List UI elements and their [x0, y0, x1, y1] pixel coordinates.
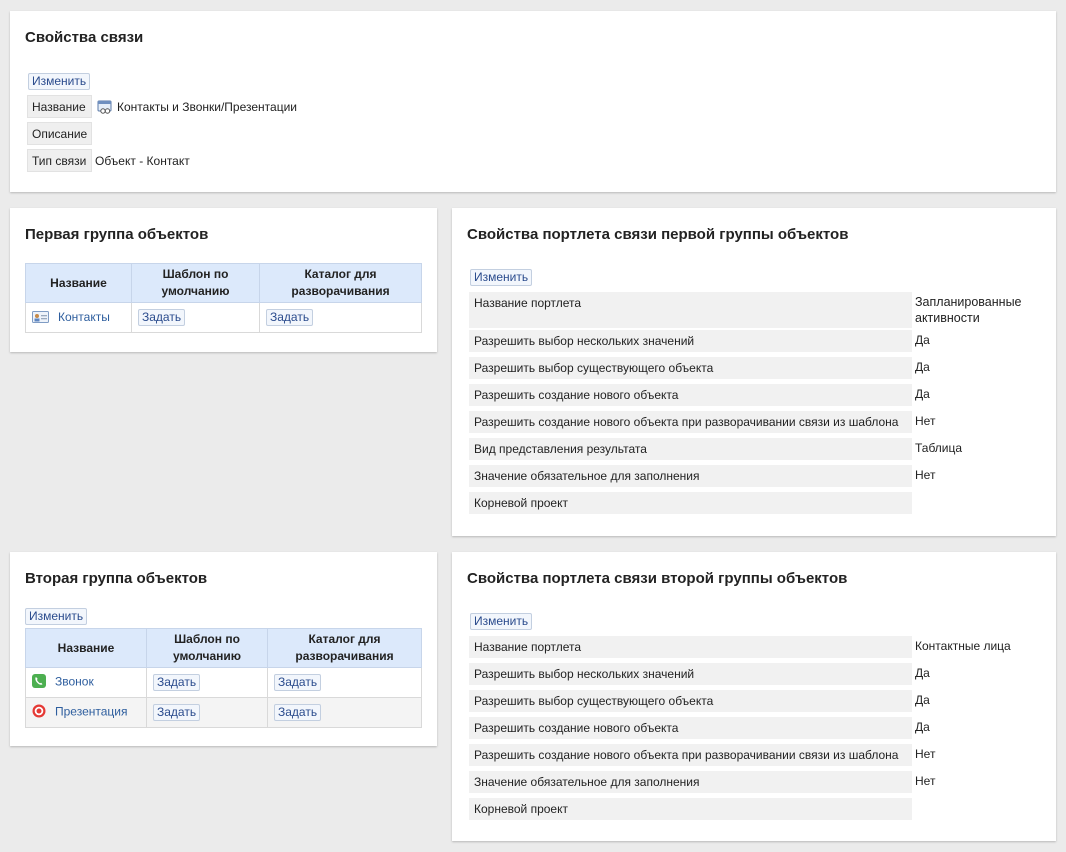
- name-label: Название: [27, 95, 92, 118]
- link-type-label: Тип связи: [27, 149, 92, 172]
- property-label: Разрешить выбор существующего объекта: [469, 690, 912, 713]
- property-value: Да: [915, 720, 930, 734]
- table-header-row: Название Шаблон по умолчанию Каталог для…: [25, 263, 422, 303]
- row-name-link[interactable]: Звонок: [55, 675, 94, 689]
- property-label: Разрешить создание нового объекта: [469, 717, 912, 740]
- property-label: Разрешить выбор нескольких значений: [469, 663, 912, 686]
- edit-link-button[interactable]: Изменить: [28, 73, 91, 90]
- property-value: Нет: [915, 468, 936, 482]
- property-value: Контактные лица: [915, 639, 1011, 653]
- set-catalog-button[interactable]: Задать: [274, 674, 322, 691]
- column-header-template: Шаблон по умолчанию: [146, 628, 268, 668]
- table-row: Контакты Задать Задать: [25, 302, 422, 333]
- target-icon: [32, 704, 46, 721]
- property-label: Разрешить выбор нескольких значений: [469, 330, 912, 353]
- property-label: Разрешить создание нового объекта: [469, 384, 912, 407]
- second-group-table: Название Шаблон по умолчанию Каталог для…: [25, 628, 422, 728]
- link-name-value: Контакты и Звонки/Презентации: [117, 100, 297, 114]
- description-label: Описание: [27, 122, 92, 145]
- column-header-catalog: Каталог для разворачивания: [267, 628, 422, 668]
- property-value: Запланированные активности: [915, 295, 1022, 325]
- property-value: Да: [915, 387, 930, 401]
- row-name-link[interactable]: Контакты: [58, 310, 110, 324]
- first-portlet-title: Свойства портлета связи первой группы об…: [467, 226, 849, 243]
- first-group-title: Первая группа объектов: [25, 226, 209, 243]
- property-value: Да: [915, 693, 930, 707]
- property-value: Нет: [915, 774, 936, 788]
- table-header-row: Название Шаблон по умолчанию Каталог для…: [25, 628, 422, 668]
- edit-first-portlet-button[interactable]: Изменить: [470, 269, 533, 286]
- property-label: Разрешить выбор существующего объекта: [469, 357, 912, 380]
- edit-second-portlet-button[interactable]: Изменить: [470, 613, 533, 630]
- property-label: Значение обязательное для заполнения: [469, 465, 912, 488]
- column-header-name: Название: [25, 628, 147, 668]
- contact-card-icon: [32, 310, 49, 326]
- set-catalog-button[interactable]: Задать: [274, 704, 322, 721]
- phone-icon: [32, 674, 46, 691]
- property-label: Вид представления результата: [469, 438, 912, 461]
- first-portlet-properties-card: Свойства портлета связи первой группы об…: [452, 208, 1056, 536]
- column-header-catalog: Каталог для разворачивания: [259, 263, 422, 303]
- property-label: Значение обязательное для заполнения: [469, 771, 912, 794]
- link-properties-card: Свойства связи Изменить Название Контакт…: [10, 11, 1056, 192]
- link-type-value: Объект - Контакт: [95, 154, 190, 168]
- first-group-card: Первая группа объектов Название Шаблон п…: [10, 208, 437, 352]
- link-properties-title: Свойства связи: [25, 29, 144, 46]
- property-label: Разрешить создание нового объекта при ра…: [469, 744, 912, 767]
- property-value: Да: [915, 360, 930, 374]
- property-value: Да: [915, 333, 930, 347]
- table-row: Презентация Задать Задать: [25, 697, 422, 728]
- table-row: Звонок Задать Задать: [25, 667, 422, 698]
- property-label: Корневой проект: [469, 492, 912, 515]
- property-value: Нет: [915, 747, 936, 761]
- column-header-template: Шаблон по умолчанию: [131, 263, 260, 303]
- property-value: Да: [915, 666, 930, 680]
- second-portlet-properties-card: Свойства портлета связи второй группы об…: [452, 552, 1056, 841]
- property-label: Название портлета: [469, 636, 912, 659]
- property-value: Нет: [915, 414, 936, 428]
- property-label: Разрешить создание нового объекта при ра…: [469, 411, 912, 434]
- second-portlet-title: Свойства портлета связи второй группы об…: [467, 570, 848, 587]
- set-template-button[interactable]: Задать: [138, 309, 186, 326]
- first-group-table: Название Шаблон по умолчанию Каталог для…: [25, 263, 422, 333]
- set-template-button[interactable]: Задать: [153, 704, 201, 721]
- column-header-name: Название: [25, 263, 132, 303]
- property-label: Корневой проект: [469, 798, 912, 821]
- row-name-link[interactable]: Презентация: [55, 705, 128, 719]
- set-catalog-button[interactable]: Задать: [266, 309, 314, 326]
- edit-second-group-button[interactable]: Изменить: [25, 608, 88, 625]
- link-icon: [97, 100, 113, 117]
- set-template-button[interactable]: Задать: [153, 674, 201, 691]
- property-value: Таблица: [915, 441, 963, 455]
- second-group-title: Вторая группа объектов: [25, 570, 208, 587]
- second-group-card: Вторая группа объектов Изменить Название…: [10, 552, 437, 746]
- property-label: Название портлета: [469, 292, 912, 329]
